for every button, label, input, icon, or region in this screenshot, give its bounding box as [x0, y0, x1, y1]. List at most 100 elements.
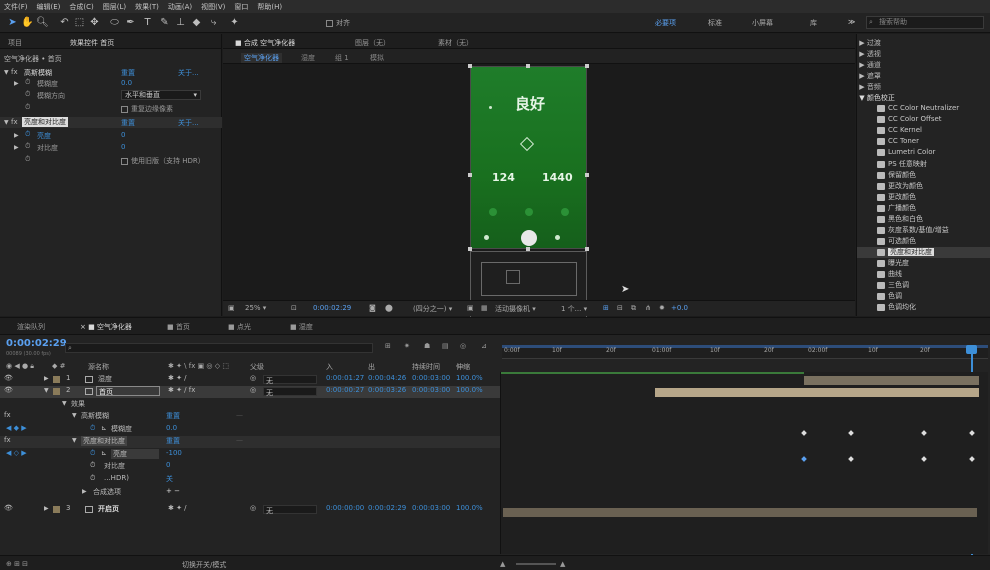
parent-pickwhip-icon[interactable]: ◎: [250, 386, 256, 394]
source-name-header[interactable]: 源名称: [88, 362, 109, 372]
effect-item[interactable]: 灰度系数/基值/增益: [857, 225, 990, 236]
stopwatch-active-icon[interactable]: ⏱: [90, 424, 95, 433]
preview-toggle-icon[interactable]: ▣: [228, 304, 235, 312]
tab-project[interactable]: 项目: [8, 38, 22, 48]
layer-row-1[interactable]: 👁︎ ▶ 1 湿度 ✱ ✦ / ◎ 无 0:00:01:27 0:00:04:2…: [0, 374, 500, 386]
effect-item[interactable]: 三色调: [857, 280, 990, 291]
crumb-humidity[interactable]: 湿度: [301, 53, 315, 63]
effect-item[interactable]: Lumetri Color: [857, 148, 990, 159]
menu-layer[interactable]: 图层(L): [103, 2, 126, 12]
contrast-row[interactable]: ⏱ 对比度 0: [0, 461, 500, 473]
camera-tool-icon[interactable]: ⬚: [73, 16, 86, 29]
stopwatch-active-icon[interactable]: ⏱: [90, 449, 95, 458]
flowchart-icon[interactable]: ⧉: [631, 304, 636, 313]
stopwatch-icon[interactable]: ⏱: [25, 78, 30, 87]
layer-row-2[interactable]: 👁︎ ▼ 2 首页 ✱ ✦ / fx ◎ 无 0:00:00:27 0:00:0…: [0, 386, 500, 398]
effect-item[interactable]: 保留颜色: [857, 170, 990, 181]
pan-behind-tool-icon[interactable]: ✥: [88, 16, 101, 29]
transform-handle[interactable]: [468, 173, 472, 177]
effect-group-transition[interactable]: ▶ 过渡: [857, 38, 990, 49]
tab-effect-controls[interactable]: 效果控件 首页: [70, 38, 114, 48]
motion-blur-icon[interactable]: ◎: [460, 342, 466, 350]
power-button[interactable]: [521, 230, 537, 246]
in-time[interactable]: 0:00:00:27: [326, 386, 364, 394]
menu-view[interactable]: 视图(V): [201, 2, 225, 12]
tab-layer[interactable]: 图层（无）: [355, 38, 390, 48]
keyframe[interactable]: [921, 456, 927, 462]
region-icon[interactable]: ▣: [467, 304, 474, 312]
out-time[interactable]: 0:00:03:26: [368, 386, 406, 394]
rotate-tool-icon[interactable]: ↶: [58, 16, 71, 29]
eraser-tool-icon[interactable]: ◆: [190, 16, 203, 29]
duration-time[interactable]: 0:00:03:00: [412, 374, 450, 382]
tab-composition[interactable]: ■ 合成 空气净化器: [235, 38, 295, 48]
puppet-tool-icon[interactable]: ✦: [228, 16, 241, 29]
layer-switches[interactable]: ✱ ✦ / fx: [168, 386, 195, 394]
stretch-value[interactable]: 100.0%: [456, 374, 483, 382]
effect-item[interactable]: 更改颜色: [857, 192, 990, 203]
phone-screen-preview[interactable]: 良好 124 1440: [470, 66, 587, 249]
expand-triangle-icon[interactable]: ▼: [44, 387, 49, 394]
graph-editor-icon[interactable]: ⊿: [481, 342, 487, 350]
shy-layers-icon[interactable]: ☗: [424, 342, 430, 350]
exposure-icon[interactable]: ✹: [659, 304, 665, 312]
exposure-value[interactable]: +0.0: [671, 304, 688, 312]
zoom-in-icon[interactable]: ▲: [560, 560, 565, 568]
current-time-display[interactable]: 0:00:02:29: [313, 304, 351, 312]
tab-comp-home[interactable]: ■ 首页: [167, 322, 190, 332]
menu-effect[interactable]: 效果(T): [135, 2, 159, 12]
effect-item[interactable]: CC Toner: [857, 137, 990, 148]
effect-item[interactable]: 曝光度: [857, 258, 990, 269]
brightness-contrast-row[interactable]: fx ▼ 亮度和对比度 重置 —: [0, 436, 500, 448]
channel-icon[interactable]: ⬤: [385, 304, 393, 312]
label-color-chip[interactable]: [53, 506, 60, 513]
compositing-options-row[interactable]: ▶ 合成选项 + −: [0, 487, 500, 499]
effect-item[interactable]: CC Color Neutralizer: [857, 104, 990, 115]
keyframe-nav-icon[interactable]: ◀ ◆ ▶: [6, 424, 27, 432]
effect-item[interactable]: 色调: [857, 291, 990, 302]
safe-zones-icon[interactable]: ⊡: [291, 304, 297, 312]
effect-item[interactable]: PS 任意映射: [857, 159, 990, 170]
effect-group-matte[interactable]: ▶ 遮罩: [857, 71, 990, 82]
expand-triangle-icon[interactable]: ▶: [44, 505, 49, 512]
crumb-group[interactable]: 组 1: [335, 53, 349, 63]
effect-item[interactable]: 更改为颜色: [857, 181, 990, 192]
brightness-row[interactable]: ◀ ◇ ▶ ⏱ ⊾ 亮度 -100: [0, 449, 500, 461]
effect-item[interactable]: 黑色和白色: [857, 214, 990, 225]
menu-animation[interactable]: 动画(A): [168, 2, 192, 12]
stopwatch-icon[interactable]: ⏱: [25, 103, 30, 112]
work-area-bar[interactable]: [502, 345, 988, 348]
render-time-icon[interactable]: ⊕ ⊞ ⊟: [6, 560, 28, 568]
effect-item[interactable]: 广播颜色: [857, 203, 990, 214]
brush-tool-icon[interactable]: ✎: [158, 16, 171, 29]
parent-pickwhip-icon[interactable]: ◎: [250, 504, 256, 512]
expand-triangle-icon[interactable]: ▼: [72, 412, 77, 419]
menu-edit[interactable]: 编辑(E): [37, 2, 61, 12]
draft-3d-icon[interactable]: ✷: [404, 342, 410, 350]
parent-select[interactable]: 无: [263, 375, 317, 385]
menu-composition[interactable]: 合成(C): [69, 2, 93, 12]
menu-help[interactable]: 帮助(H): [257, 2, 282, 12]
menu-file[interactable]: 文件(F): [4, 2, 28, 12]
comp-viewer[interactable]: 良好 124 1440 ➤: [223, 64, 855, 332]
crumb-sim[interactable]: 模拟: [370, 53, 384, 63]
keyframe[interactable]: [801, 456, 807, 462]
expand-triangle-icon[interactable]: ▶: [14, 144, 19, 151]
about-button[interactable]: 关于...: [178, 68, 199, 78]
fx-icon[interactable]: fx: [11, 118, 18, 126]
parent-pickwhip-icon[interactable]: ◎: [250, 374, 256, 382]
expand-triangle-icon[interactable]: ▶: [44, 375, 49, 382]
brightness-value[interactable]: -100: [166, 449, 182, 457]
effect-brightness-contrast[interactable]: ▼ fx 亮度和对比度 重置 关于...: [0, 117, 222, 128]
expand-triangle-icon[interactable]: ▶: [14, 80, 19, 87]
brightness-value[interactable]: 0: [121, 131, 125, 139]
resolution-select[interactable]: (四分之一) ▾: [413, 304, 452, 314]
layer-switches[interactable]: ✱ ✦ /: [168, 504, 187, 512]
tab-comp-humidity[interactable]: ■ 湿度: [290, 322, 313, 332]
workspace-menu-icon[interactable]: ≫: [848, 18, 855, 26]
layer-name[interactable]: 首页: [96, 386, 160, 396]
effect-item[interactable]: CC Kernel: [857, 126, 990, 137]
transform-handle[interactable]: [468, 64, 472, 68]
pen-tool-icon[interactable]: ✒: [124, 16, 137, 29]
network-icon[interactable]: ⋔: [645, 304, 651, 312]
